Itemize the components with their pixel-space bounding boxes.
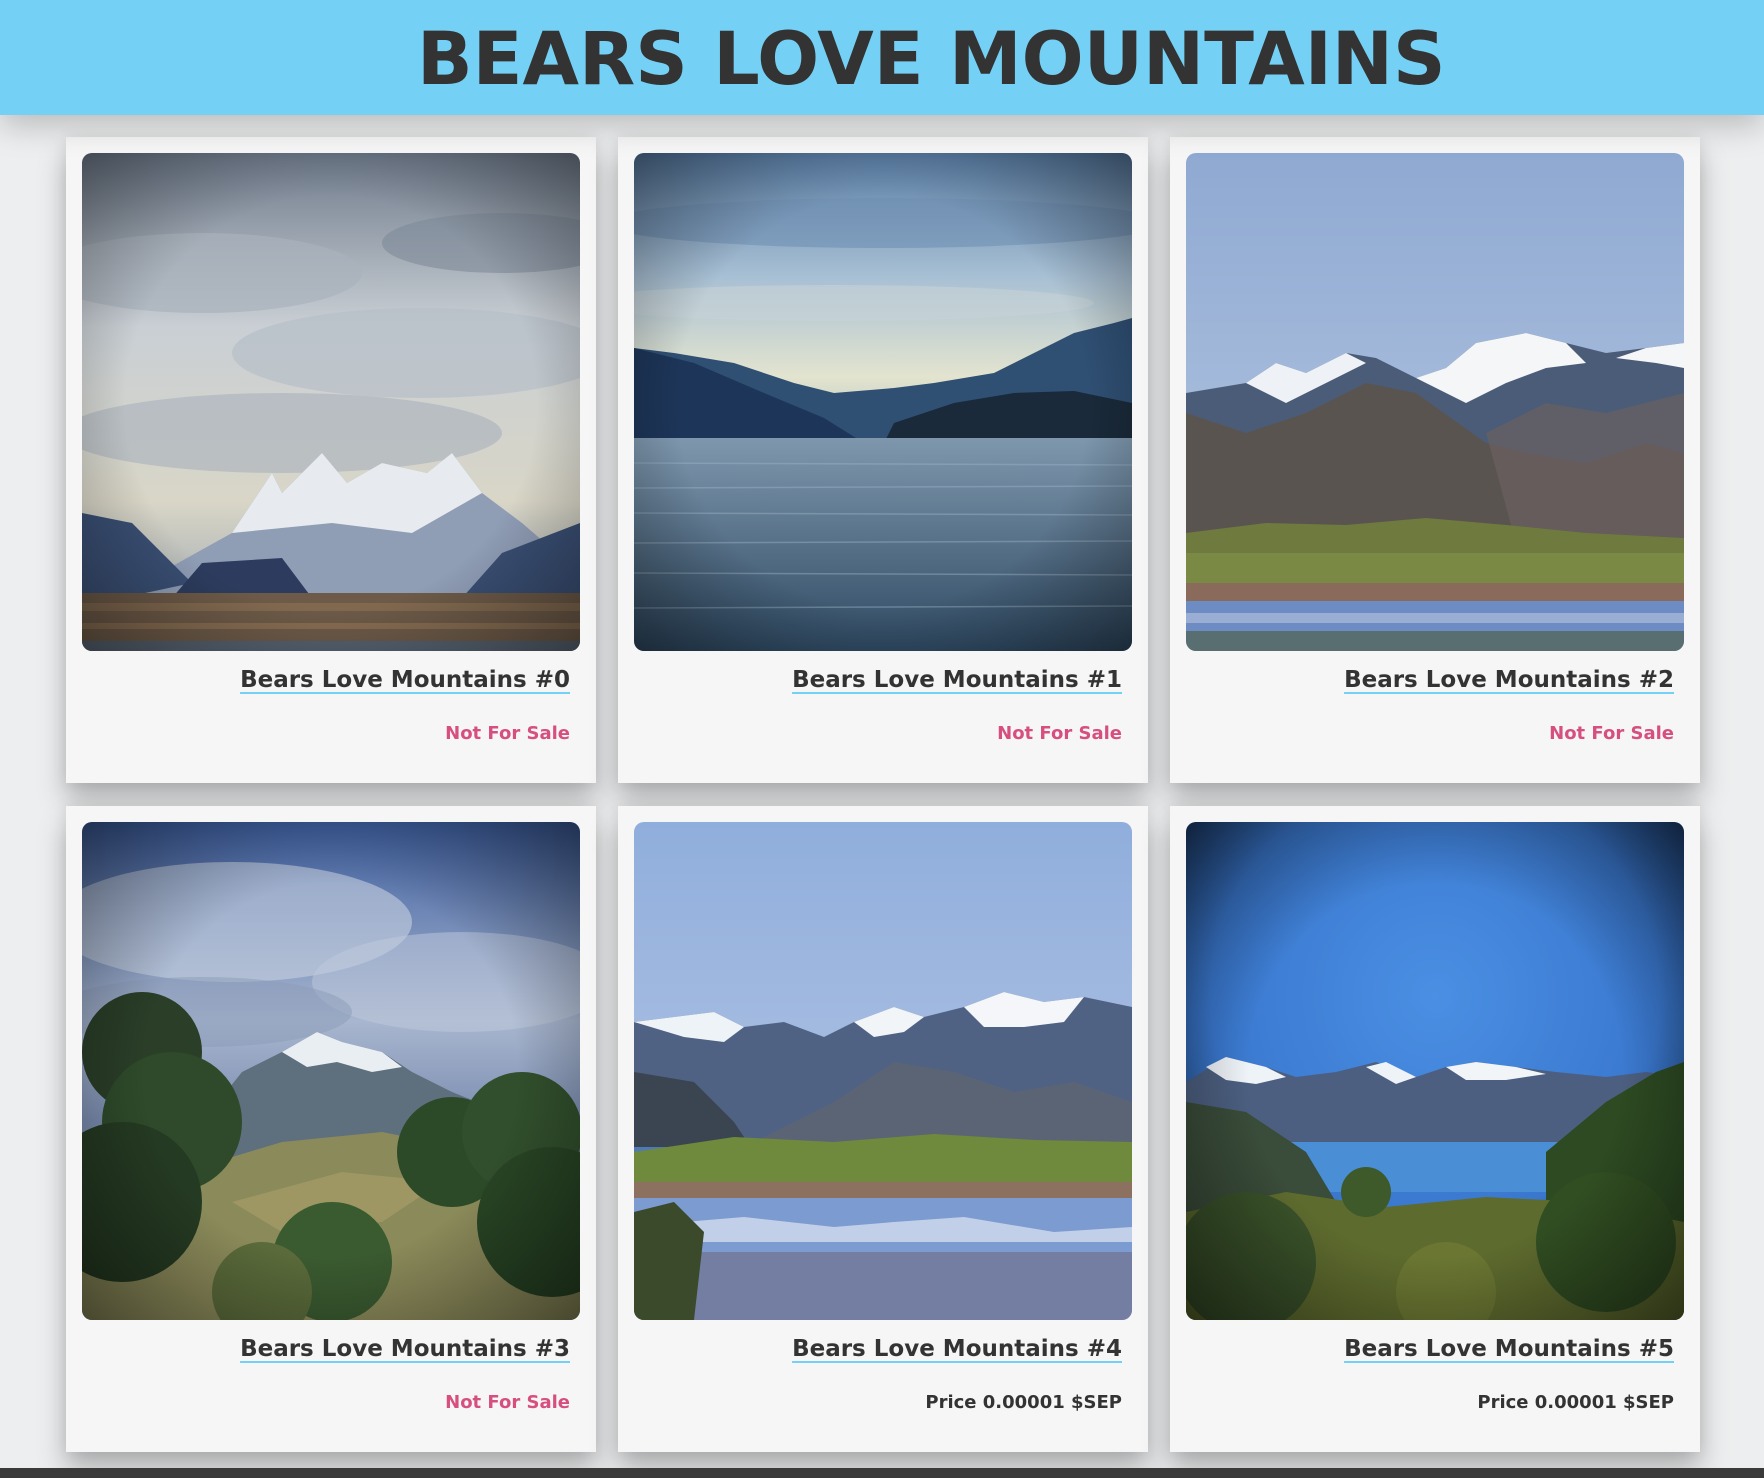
price-label: Price 0.00001 $SEP: [1477, 1392, 1674, 1413]
nft-title-link[interactable]: Bears Love Mountains #1: [792, 667, 1122, 693]
nft-title-link[interactable]: Bears Love Mountains #4: [792, 1336, 1122, 1362]
nft-card[interactable]: Bears Love Mountains #4 Price 0.00001 $S…: [618, 806, 1148, 1452]
cloudy-snow-peak-photo: [82, 153, 580, 651]
site-header: BEARS LOVE MOUNTAINS: [0, 0, 1764, 115]
nft-image[interactable]: [1186, 822, 1684, 1320]
nft-title-link[interactable]: Bears Love Mountains #5: [1344, 1336, 1674, 1362]
nft-card[interactable]: Bears Love Mountains #2 Not For Sale: [1170, 137, 1700, 783]
forest-mountain-photo: [82, 822, 580, 1320]
nft-card[interactable]: Bears Love Mountains #0 Not For Sale: [66, 137, 596, 783]
nft-title-link[interactable]: Bears Love Mountains #2: [1344, 667, 1674, 693]
sale-status: Not For Sale: [445, 1392, 570, 1413]
nft-image[interactable]: [1186, 153, 1684, 651]
sale-status: Not For Sale: [997, 723, 1122, 744]
snowy-range-pond-photo: [1186, 153, 1684, 651]
nft-title-link[interactable]: Bears Love Mountains #3: [240, 1336, 570, 1362]
nft-card[interactable]: Bears Love Mountains #3 Not For Sale: [66, 806, 596, 1452]
nft-image[interactable]: [634, 153, 1132, 651]
nft-image[interactable]: [82, 153, 580, 651]
window-bottom-edge: [0, 1468, 1764, 1478]
blue-sky-lake-photo: [1186, 822, 1684, 1320]
price-label: Price 0.00001 $SEP: [925, 1392, 1122, 1413]
nft-image[interactable]: [634, 822, 1132, 1320]
nft-card[interactable]: Bears Love Mountains #1 Not For Sale: [618, 137, 1148, 783]
nft-title-link[interactable]: Bears Love Mountains #0: [240, 667, 570, 693]
nft-card[interactable]: Bears Love Mountains #5 Price 0.00001 $S…: [1170, 806, 1700, 1452]
nft-image[interactable]: [82, 822, 580, 1320]
sale-status: Not For Sale: [1549, 723, 1674, 744]
sale-status: Not For Sale: [445, 723, 570, 744]
site-title: BEARS LOVE MOUNTAINS: [417, 17, 1446, 102]
lake-fjord-photo: [634, 153, 1132, 651]
mountain-reflection-photo: [634, 822, 1132, 1320]
